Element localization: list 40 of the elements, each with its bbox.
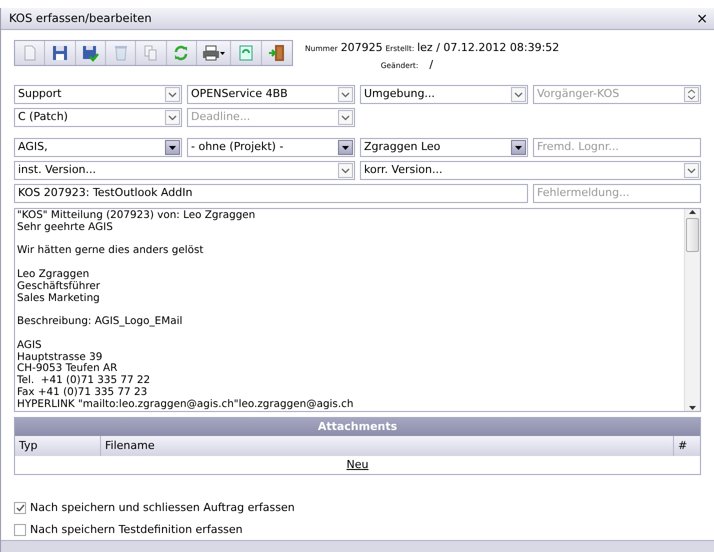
caret-icon: [515, 146, 522, 150]
spinner-icon[interactable]: [684, 87, 699, 102]
caret-icon: [342, 146, 349, 150]
attachments-header: Attachments: [15, 418, 700, 436]
created-value: lez / 07.12.2012 08:39:52: [417, 40, 560, 56]
dropdown-button[interactable]: [511, 140, 526, 155]
scroll-down-icon[interactable]: [689, 406, 696, 411]
column-header[interactable]: Typ: [15, 436, 101, 456]
column-header[interactable]: Filename: [101, 436, 674, 456]
caret-icon: [220, 52, 226, 54]
dropdown-field[interactable]: Umgebung...: [360, 85, 528, 104]
dropdown-field[interactable]: inst. Version...: [14, 161, 355, 180]
changed-value: /: [429, 56, 434, 72]
dropdown-button[interactable]: [165, 140, 180, 155]
dropdown-field[interactable]: Zgraggen Leo: [360, 138, 528, 157]
printer-icon: [202, 44, 220, 62]
dropdown-button[interactable]: [338, 140, 353, 155]
door-exit-icon: [268, 44, 286, 62]
caret-icon: [169, 146, 176, 150]
scrollbar-thumb[interactable]: [686, 218, 699, 252]
number-value: 207925: [340, 40, 383, 56]
checkbox[interactable]: [14, 502, 26, 514]
dropdown-field[interactable]: Support: [14, 85, 182, 104]
close-button[interactable]: ×: [696, 12, 708, 26]
dropdown-field[interactable]: korr. Version...: [360, 161, 701, 180]
dropdown-field[interactable]: C (Patch): [14, 108, 182, 127]
checkbox-label: Nach speichern und schliessen Auftrag erfassen: [30, 500, 295, 516]
floppy-disk-check-icon: [81, 44, 100, 62]
scroll-up-icon[interactable]: [689, 209, 696, 214]
message-field[interactable]: "KOS" Mitteilung (207923) von: Leo Zgraggen Sehr geehrte AGIS Wir hätten gerne dies anders gelöst Leo Zgraggen Geschäftsführer Sales Marketing Beschreibung: AGIS_Logo_EMail AGIS Hauptstrasse 39 CH-9053 Teufen AR Tel. +41 (0)71 335 77 22 Fax +41 (0)71 335 77 23 HYPERLINK "mailto:leo.zgraggen@agis.ch"leo.zgraggen@agis.ch: [14, 208, 701, 412]
checkbox[interactable]: [14, 524, 26, 536]
column-header[interactable]: #: [674, 436, 700, 456]
input-field[interactable]: KOS 207923: TestOutlook AddIn: [14, 184, 528, 203]
dropdown-field[interactable]: - ohne (Projekt) -: [187, 138, 355, 157]
window-title: KOS erfassen/bearbeiten: [9, 10, 152, 27]
dropdown-field[interactable]: AGIS,: [14, 138, 182, 157]
document-refresh-icon: [237, 44, 255, 62]
dropdown-field[interactable]: OPENService 4BB: [187, 85, 355, 104]
checkbox-label: Nach speichern Testdefinition erfassen: [30, 522, 243, 538]
new-link[interactable]: Neu: [346, 458, 368, 471]
